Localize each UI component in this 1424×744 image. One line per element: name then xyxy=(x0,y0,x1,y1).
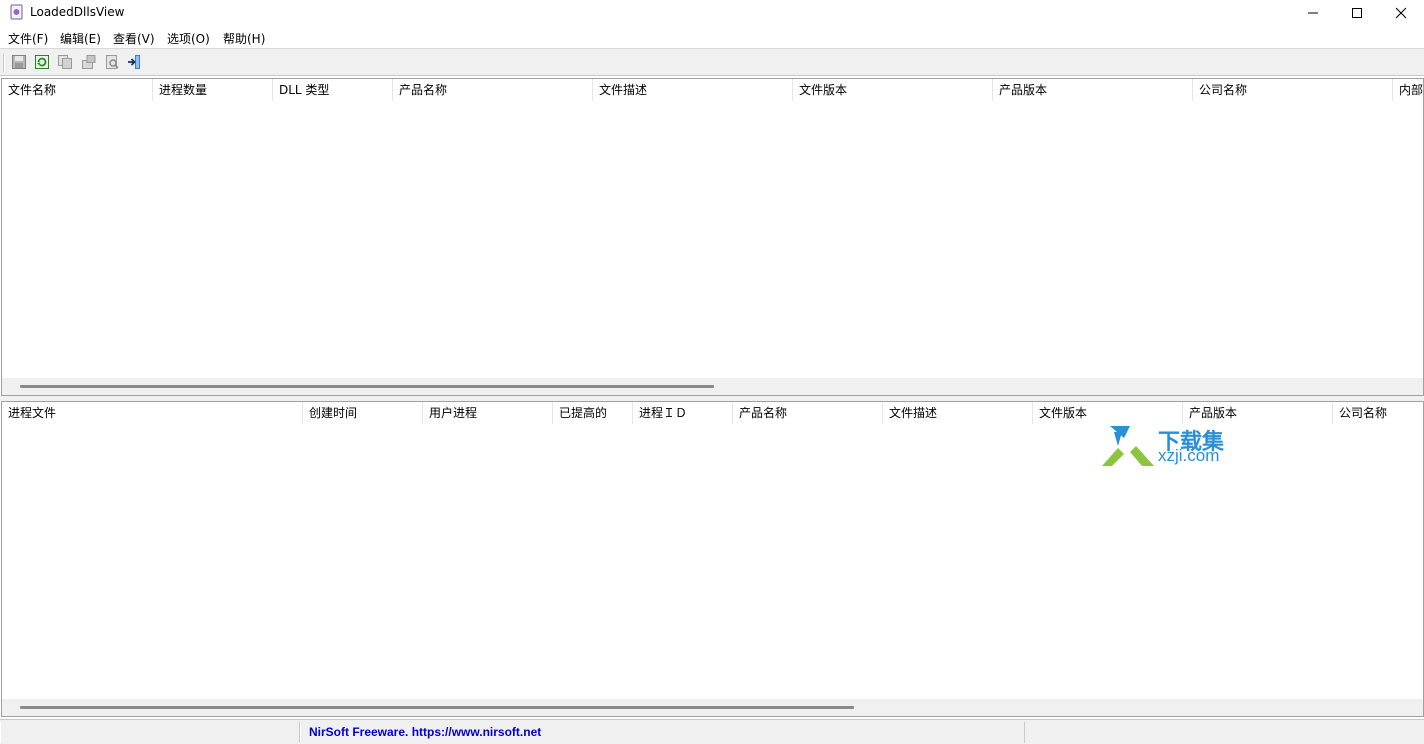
minimize-button[interactable] xyxy=(1290,0,1336,26)
menu-bar: 文件(F) 编辑(E) 查看(V) 选项(O) 帮助(H) xyxy=(0,28,1424,48)
status-bar: NirSoft Freeware. https://www.nirsoft.ne… xyxy=(0,719,1424,744)
column-header[interactable]: 产品版本 xyxy=(993,79,1193,101)
watermark-logo: 下载集 xzji.com xyxy=(1100,424,1240,470)
column-header[interactable]: 用户进程 xyxy=(423,402,553,424)
column-header[interactable]: 文件描述 xyxy=(883,402,1033,424)
scrollbar-thumb[interactable] xyxy=(20,706,854,709)
column-header[interactable]: 创建时间 xyxy=(303,402,423,424)
column-header[interactable]: 进程数量 xyxy=(153,79,273,101)
column-header[interactable]: 文件描述 xyxy=(593,79,793,101)
app-icon xyxy=(9,4,25,20)
column-header[interactable]: 文件名称 xyxy=(2,79,153,101)
column-header[interactable]: 产品版本 xyxy=(1183,402,1333,424)
column-header[interactable]: 已提高的 xyxy=(553,402,633,424)
properties-icon[interactable] xyxy=(81,54,97,70)
column-header[interactable]: DLL 类型 xyxy=(273,79,393,101)
copy-icon[interactable] xyxy=(57,54,73,70)
minimize-icon xyxy=(1308,12,1318,14)
exit-icon[interactable] xyxy=(127,54,143,70)
save-icon[interactable] xyxy=(11,54,27,70)
menu-help[interactable]: 帮助(H) xyxy=(223,30,265,47)
maximize-button[interactable] xyxy=(1334,0,1380,26)
column-header[interactable]: 进程文件 xyxy=(2,402,303,424)
dll-list-header: 文件名称 进程数量 DLL 类型 产品名称 文件描述 文件版本 产品版本 公司名… xyxy=(2,79,1423,101)
menu-file[interactable]: 文件(F) xyxy=(8,30,48,47)
status-panel-count xyxy=(0,722,300,743)
maximize-icon xyxy=(1352,8,1362,18)
toolbar xyxy=(0,48,1424,76)
column-header[interactable]: 产品名称 xyxy=(733,402,883,424)
menu-edit[interactable]: 编辑(E) xyxy=(60,30,101,47)
watermark-text-en: xzji.com xyxy=(1158,446,1220,465)
column-header[interactable]: 公司名称 xyxy=(1193,79,1393,101)
toolbar-grip xyxy=(3,54,5,72)
column-header[interactable]: 文件版本 xyxy=(793,79,993,101)
menu-view[interactable]: 查看(V) xyxy=(113,30,155,47)
watermark-x-icon xyxy=(1102,426,1154,466)
dll-list-view[interactable]: 文件名称 进程数量 DLL 类型 产品名称 文件描述 文件版本 产品版本 公司名… xyxy=(1,78,1424,396)
column-header[interactable]: 内部名称 xyxy=(1393,79,1423,101)
column-header[interactable]: 产品名称 xyxy=(393,79,593,101)
column-header[interactable]: 公司名称 xyxy=(1333,402,1423,424)
menu-options[interactable]: 选项(O) xyxy=(167,30,210,47)
column-header[interactable]: 文件版本 xyxy=(1033,402,1183,424)
nirsoft-link[interactable]: NirSoft Freeware. https://www.nirsoft.ne… xyxy=(309,725,541,739)
process-list-horizontal-scrollbar[interactable] xyxy=(2,699,1423,716)
dll-list-horizontal-scrollbar[interactable] xyxy=(2,378,1423,395)
find-icon[interactable] xyxy=(104,54,120,70)
window-title: LoadedDllsView xyxy=(30,5,125,19)
close-button[interactable] xyxy=(1378,0,1424,26)
column-header[interactable]: 进程ＩＤ xyxy=(633,402,733,424)
title-bar: LoadedDllsView xyxy=(0,0,1424,26)
scrollbar-thumb[interactable] xyxy=(20,385,714,388)
close-icon xyxy=(1395,7,1407,19)
process-list-header: 进程文件 创建时间 用户进程 已提高的 进程ＩＤ 产品名称 文件描述 文件版本 … xyxy=(2,402,1423,424)
refresh-icon[interactable] xyxy=(34,54,50,70)
